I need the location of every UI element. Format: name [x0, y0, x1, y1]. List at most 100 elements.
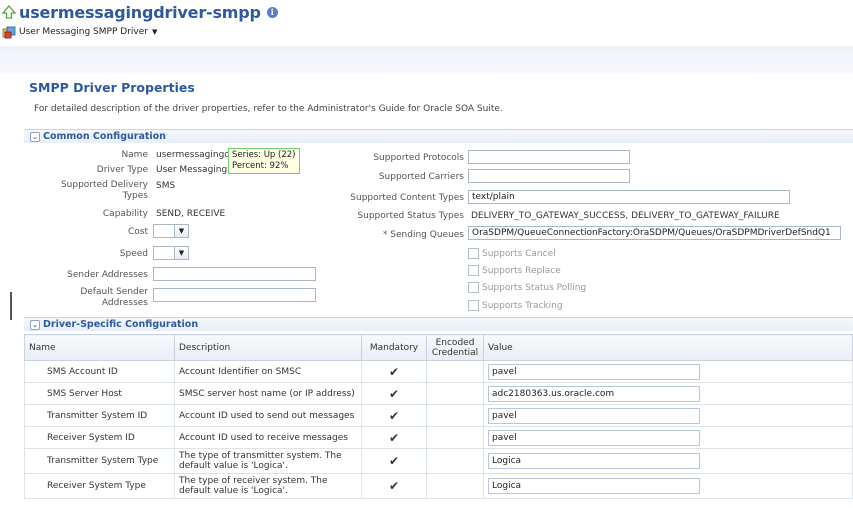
delivery-types-label: Supported Delivery Types: [60, 180, 148, 201]
row-value-cell: Logica: [483, 448, 853, 474]
cost-select[interactable]: ▼: [153, 224, 189, 238]
table-row: Receiver System ID Account ID used to re…: [24, 426, 853, 449]
carriers-input[interactable]: [468, 169, 630, 183]
info-icon[interactable]: i: [266, 6, 278, 18]
table-row: SMS Account ID Account Identifier on SMS…: [24, 360, 853, 383]
row-description: Account ID used to receive messages: [174, 426, 362, 449]
table-header-row: Name Description Mandatory Encoded Crede…: [24, 334, 853, 361]
column-header-name[interactable]: Name: [24, 334, 175, 361]
splitter-handle[interactable]: [10, 292, 12, 320]
row-description: Account Identifier on SMSC: [174, 360, 362, 383]
value-input[interactable]: pavel: [488, 407, 700, 424]
driver-icon: [2, 26, 16, 38]
row-encoded: [426, 382, 484, 405]
row-encoded: [426, 426, 484, 449]
chevron-down-icon: ▼: [151, 28, 158, 36]
status-types-label: Supported Status Types: [357, 211, 464, 221]
row-value-cell: adc2180363.us.oracle.com: [483, 382, 853, 405]
common-config-header[interactable]: ⌄ Common Configuration: [24, 129, 853, 143]
checkbox-label: Supports Replace: [482, 265, 561, 276]
carriers-label: Supported Carriers: [378, 172, 464, 182]
check-icon: ✔: [361, 426, 427, 449]
checkbox-box[interactable]: [468, 300, 479, 311]
driver-properties-table: Name Description Mandatory Encoded Crede…: [24, 334, 853, 499]
speed-select[interactable]: ▼: [153, 246, 189, 260]
supports-cancel-checkbox[interactable]: Supports Cancel: [468, 248, 556, 259]
checkbox-box[interactable]: [468, 282, 479, 293]
protocols-input[interactable]: [468, 150, 630, 164]
content-types-input[interactable]: text/plain: [468, 190, 790, 204]
target-menu[interactable]: User Messaging SMPP Driver ▼: [2, 24, 157, 40]
row-description: The type of receiver system. The default…: [174, 473, 362, 499]
column-header-encoded[interactable]: Encoded Credential: [426, 334, 484, 361]
content-types-label: Supported Content Types: [350, 193, 464, 203]
supports-tracking-checkbox[interactable]: Supports Tracking: [468, 300, 563, 311]
checkbox-box[interactable]: [468, 248, 479, 259]
page-title: usermessagingdriver-smpp: [19, 2, 261, 22]
driver-specific-header[interactable]: ⌄ Driver-Specific Configuration: [24, 317, 853, 331]
sending-queues-label: * Sending Queues: [382, 230, 464, 240]
region-strip: [0, 46, 853, 74]
up-arrow-icon[interactable]: [1, 4, 17, 20]
menu-label: User Messaging SMPP Driver: [19, 27, 148, 37]
table-row: Transmitter System Type The type of tran…: [24, 448, 853, 474]
sending-queues-input[interactable]: OraSDPM/QueueConnectionFactory:OraSDPM/Q…: [468, 226, 841, 240]
check-icon: ✔: [361, 404, 427, 427]
value-input[interactable]: adc2180363.us.oracle.com: [488, 385, 700, 402]
delivery-types-value: SMS: [156, 181, 176, 191]
value-input[interactable]: pavel: [488, 363, 700, 380]
capability-label: Capability: [102, 209, 148, 219]
column-header-description[interactable]: Description: [174, 334, 362, 361]
tooltip-line1: Series: Up (22): [232, 150, 296, 160]
row-value-cell: pavel: [483, 404, 853, 427]
chevron-down-icon: ▼: [174, 225, 188, 237]
check-icon: ✔: [361, 360, 427, 383]
tooltip: Series: Up (22) Percent: 92%: [228, 148, 300, 174]
status-types-value: DELIVERY_TO_GATEWAY_SUCCESS, DELIVERY_TO…: [471, 211, 780, 221]
cost-label: Cost: [127, 227, 148, 237]
row-value-cell: pavel: [483, 426, 853, 449]
driver-type-value: User Messaging: [156, 165, 228, 175]
row-name: Receiver System Type: [24, 473, 175, 499]
checkbox-box[interactable]: [468, 265, 479, 276]
column-header-mandatory[interactable]: Mandatory: [361, 334, 427, 361]
common-config-heading: Common Configuration: [43, 131, 166, 142]
table-row: Transmitter System ID Account ID used to…: [24, 404, 853, 427]
default-sender-input[interactable]: [153, 288, 316, 302]
row-description: The type of transmitter system. The defa…: [174, 448, 362, 474]
value-input[interactable]: pavel: [488, 429, 700, 446]
row-name: Transmitter System ID: [24, 404, 175, 427]
sender-addresses-label: Sender Addresses: [67, 270, 148, 280]
row-encoded: [426, 360, 484, 383]
checkbox-label: Supports Tracking: [482, 300, 563, 311]
table-row: SMS Server Host SMSC server host name (o…: [24, 382, 853, 405]
row-description: SMSC server host name (or IP address): [174, 382, 362, 405]
tooltip-line2: Percent: 92%: [232, 161, 289, 171]
collapse-icon[interactable]: ⌄: [30, 319, 40, 330]
name-value: usermessagingd: [156, 150, 231, 160]
checkbox-label: Supports Status Polling: [482, 282, 587, 293]
row-name: Transmitter System Type: [24, 448, 175, 474]
protocols-label: Supported Protocols: [373, 153, 464, 163]
column-header-value[interactable]: Value: [483, 334, 853, 361]
check-icon: ✔: [361, 473, 427, 499]
capability-value: SEND, RECEIVE: [156, 209, 226, 219]
row-encoded: [426, 473, 484, 499]
row-name: SMS Server Host: [24, 382, 175, 405]
speed-label: Speed: [119, 249, 148, 259]
row-name: SMS Account ID: [24, 360, 175, 383]
value-input[interactable]: Logica: [488, 478, 700, 494]
supports-status-polling-checkbox[interactable]: Supports Status Polling: [468, 282, 586, 293]
value-input[interactable]: Logica: [488, 453, 700, 469]
section-title: SMPP Driver Properties: [29, 80, 195, 95]
row-encoded: [426, 404, 484, 427]
driver-type-label: Driver Type: [96, 165, 148, 175]
supports-replace-checkbox[interactable]: Supports Replace: [468, 265, 561, 276]
row-description: Account ID used to send out messages: [174, 404, 362, 427]
name-label: Name: [121, 150, 148, 160]
default-sender-label: Default Sender Addresses: [80, 287, 148, 308]
checkbox-label: Supports Cancel: [482, 248, 556, 259]
collapse-icon[interactable]: ⌄: [30, 131, 40, 142]
sender-addresses-input[interactable]: [153, 267, 316, 281]
page-header: usermessagingdriver-smpp i: [0, 1, 278, 23]
